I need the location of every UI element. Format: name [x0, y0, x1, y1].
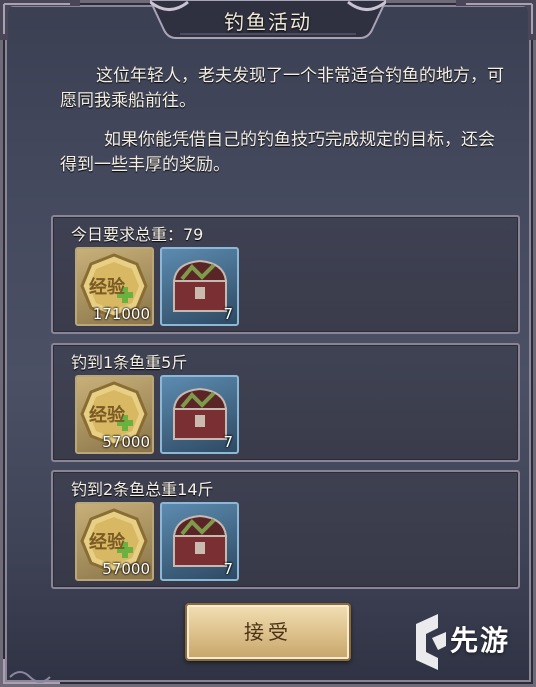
chest-count: 7	[223, 560, 233, 578]
watermark-text: 先游	[450, 624, 511, 657]
corner-ornament-icon	[456, 0, 536, 40]
reward-caption: 钓到1条鱼重5斤	[71, 353, 188, 372]
reward-caption: 钓到2条鱼总重14斤	[71, 480, 214, 499]
reward-caption: 今日要求总重：79	[71, 225, 204, 244]
title-banner: 钓鱼活动	[150, 0, 386, 40]
intro-paragraph-1: 这位年轻人，老夫发现了一个非常适合钓鱼的地方，可愿同我乘船前往。	[60, 66, 504, 111]
exp-amount: 57000	[102, 560, 150, 578]
chest-reward-slot[interactable]: 7	[160, 247, 239, 326]
exp-amount: 171000	[92, 305, 150, 323]
exp-badge-text: 经验	[89, 532, 125, 553]
chest-count: 7	[223, 433, 233, 451]
reward-panel-3: 钓到2条鱼总重14斤 经验 57000 7	[51, 470, 520, 589]
exp-badge-text: 经验	[89, 277, 125, 298]
experience-reward-slot[interactable]: 经验 57000	[75, 375, 154, 454]
exp-amount: 57000	[102, 433, 150, 451]
corner-ornament-icon	[3, 659, 60, 684]
reward-panel-1: 今日要求总重：79 经验 171000 7	[51, 215, 520, 334]
accept-button[interactable]: 接受	[185, 603, 351, 661]
chest-reward-slot[interactable]: 7	[160, 375, 239, 454]
intro-paragraph-2: 如果你能凭借自己的钓鱼技巧完成规定的目标，还会得到一些丰厚的奖励。	[60, 130, 495, 175]
experience-reward-slot[interactable]: 经验 57000	[75, 502, 154, 581]
chest-reward-slot[interactable]: 7	[160, 502, 239, 581]
corner-ornament-icon	[0, 0, 80, 40]
reward-panel-2: 钓到1条鱼重5斤 经验 57000 7	[51, 343, 520, 462]
dialog-title: 钓鱼活动	[224, 10, 312, 34]
intro-text: 这位年轻人，老夫发现了一个非常适合钓鱼的地方，可愿同我乘船前往。 如果你能凭借自…	[60, 64, 510, 192]
experience-reward-slot[interactable]: 经验 171000	[75, 247, 154, 326]
chest-count: 7	[223, 305, 233, 323]
exp-badge-text: 经验	[89, 405, 125, 426]
